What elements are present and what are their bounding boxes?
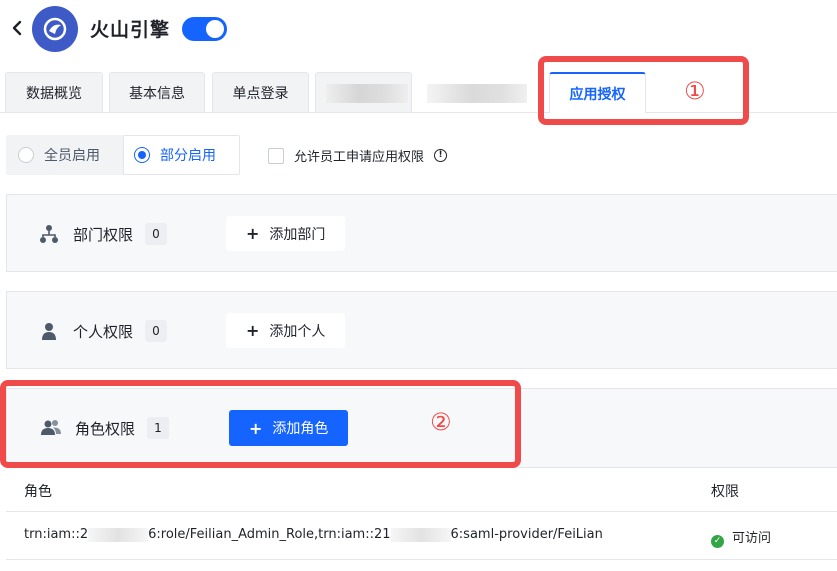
role-trn-part: 6:saml-provider/FeiLian — [450, 527, 603, 542]
department-permission-label: 部门权限 — [73, 226, 134, 244]
add-department-button[interactable]: + 添加部门 — [226, 216, 346, 251]
scope-option-label: 全员启用 — [44, 148, 100, 164]
back-button[interactable] — [8, 17, 26, 39]
scope-option-all[interactable]: 全员启用 — [18, 135, 128, 175]
personal-permission-section: 个人权限 0 + 添加个人 — [6, 291, 837, 369]
tab-redacted-1[interactable] — [315, 72, 412, 112]
permission-status: 可访问 — [732, 531, 772, 546]
role-table-header: 角色 权限 — [6, 468, 837, 512]
table-row[interactable]: trn:iam::2 6:role/Feilian_Admin_Role,trn:… — [6, 512, 837, 560]
role-trn-part: trn:iam::2 — [24, 527, 89, 542]
column-header-permission: 权限 — [711, 484, 739, 500]
column-header-role: 角色 — [24, 484, 52, 500]
add-department-label: 添加部门 — [269, 226, 326, 243]
radio-unchecked-icon — [18, 147, 34, 163]
tab-sso[interactable]: 单点登录 — [212, 72, 309, 112]
redacted-segment — [88, 527, 149, 542]
info-icon[interactable]: ! — [434, 149, 448, 162]
scope-option-label: 部分启用 — [160, 148, 216, 164]
scope-segmented-control: 全员启用 部分启用 — [6, 135, 240, 175]
personal-permission-label: 个人权限 — [73, 323, 134, 341]
permission-cell: ✓ 可访问 — [711, 527, 771, 548]
annotation-marker-1: ① — [684, 77, 706, 105]
redacted-label — [427, 84, 527, 103]
redacted-label — [326, 84, 408, 103]
radio-checked-icon — [134, 147, 150, 163]
user-icon — [38, 320, 60, 342]
volcano-logo-icon — [43, 17, 67, 41]
department-count-badge: 0 — [145, 223, 167, 245]
annotation-marker-2: ② — [430, 408, 452, 436]
redacted-segment — [390, 527, 451, 542]
check-circle-icon: ✓ — [711, 535, 724, 548]
checkbox-icon — [268, 147, 284, 164]
app-logo — [32, 6, 78, 52]
personal-count-badge: 0 — [145, 320, 167, 342]
add-person-label: 添加个人 — [269, 323, 326, 340]
tab-basic-info[interactable]: 基本信息 — [109, 72, 205, 112]
add-person-button[interactable]: + 添加个人 — [226, 313, 346, 348]
org-tree-icon — [38, 223, 60, 245]
allow-apply-checkbox[interactable]: 允许员工申请应用权限 ! — [268, 146, 448, 165]
tab-data-overview[interactable]: 数据概览 — [5, 72, 103, 112]
chevron-left-icon — [12, 20, 22, 36]
scope-option-partial[interactable]: 部分启用 — [123, 135, 240, 175]
department-permission-section: 部门权限 0 + 添加部门 — [6, 194, 837, 272]
app-title: 火山引擎 — [90, 19, 171, 41]
toggle-knob — [206, 20, 224, 38]
tab-redacted-2[interactable] — [418, 72, 530, 112]
plus-icon: + — [246, 224, 260, 243]
allow-apply-label: 允许员工申请应用权限 — [294, 150, 425, 165]
highlight-box-1 — [538, 56, 749, 125]
role-trn-cell: trn:iam::2 6:role/Feilian_Admin_Role,trn:… — [24, 527, 603, 542]
app-enable-toggle[interactable] — [182, 17, 227, 41]
role-trn-part: 6:role/Feilian_Admin_Role,trn:iam::21 — [148, 527, 391, 542]
plus-icon: + — [246, 321, 260, 340]
